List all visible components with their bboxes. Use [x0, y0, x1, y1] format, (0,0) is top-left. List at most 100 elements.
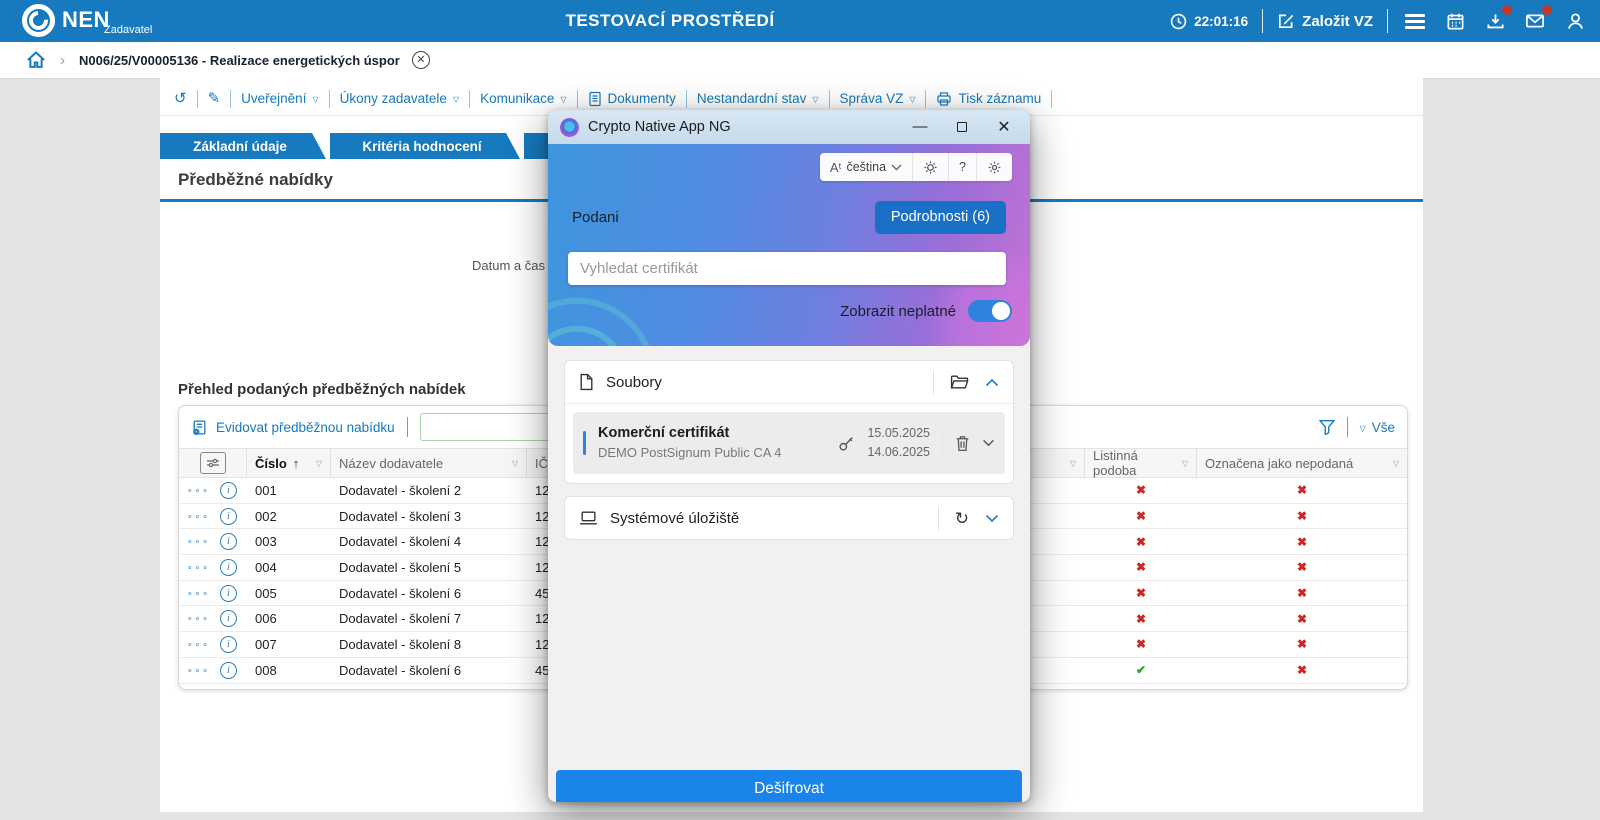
- cislo-cell: 003: [255, 534, 277, 550]
- print-record-button[interactable]: Tisk záznamu: [936, 91, 1041, 107]
- info-icon[interactable]: i: [219, 481, 237, 499]
- menu-button[interactable]: [1402, 8, 1428, 34]
- menu-uverejneni[interactable]: Uveřejnění ▽: [241, 91, 318, 106]
- show-invalid-toggle[interactable]: [968, 300, 1012, 322]
- calendar-button[interactable]: [1442, 8, 1468, 34]
- profile-button[interactable]: [1562, 8, 1588, 34]
- menu-komunikace[interactable]: Komunikace ▽: [480, 91, 566, 106]
- page-title: Předběžné nabídky: [178, 170, 333, 189]
- messages-button[interactable]: [1522, 5, 1552, 34]
- home-icon[interactable]: [26, 50, 46, 70]
- row-actions-cell: ∘∘∘ i: [179, 581, 247, 606]
- filter-icon[interactable]: ▽: [1070, 459, 1076, 468]
- info-icon[interactable]: i: [219, 610, 237, 628]
- help-button[interactable]: ?: [949, 153, 977, 181]
- cross-icon: ✖: [1296, 534, 1308, 549]
- menu-sprava-vz[interactable]: Správa VZ ▽: [840, 91, 916, 106]
- edit-button[interactable]: ✎: [208, 91, 221, 106]
- row-menu-icon[interactable]: ∘∘∘: [187, 639, 210, 650]
- close-tab-icon[interactable]: ✕: [411, 51, 430, 69]
- tab-zakladni-udaje[interactable]: Základní údaje: [160, 133, 326, 159]
- decrypt-button[interactable]: Dešifrovat: [556, 770, 1022, 802]
- certificate-search-input[interactable]: [568, 252, 1006, 285]
- expand-icon[interactable]: [982, 439, 995, 447]
- row-menu-icon[interactable]: ∘∘∘: [187, 485, 210, 496]
- column-header-cislo[interactable]: Číslo ↑ ▽: [247, 449, 331, 477]
- clock-icon: [1170, 13, 1187, 30]
- open-folder-icon[interactable]: [950, 374, 969, 390]
- nazev-cell: Dodavatel - školení 5: [339, 559, 462, 575]
- storage-header[interactable]: Systémové úložiště ↻: [565, 497, 1013, 539]
- filter-icon[interactable]: ▽: [316, 459, 322, 468]
- dialog-titlebar[interactable]: Crypto Native App NG — ✕: [548, 110, 1030, 144]
- chevron-down-icon: ▽: [560, 95, 567, 104]
- row-menu-icon[interactable]: ∘∘∘: [187, 562, 210, 573]
- dialog-title: Crypto Native App NG: [588, 119, 731, 135]
- menu-nestandardni-stav[interactable]: Nestandardní stav ▽: [697, 91, 819, 106]
- filter-all-button[interactable]: ▽ Vše: [1360, 420, 1395, 435]
- show-invalid-label: Zobrazit neplatné: [840, 302, 956, 320]
- download-icon: [1486, 12, 1505, 31]
- menu-dokumenty[interactable]: Dokumenty: [588, 91, 676, 107]
- menu-ukony-zadavatele[interactable]: Úkony zadavatele ▽: [340, 91, 459, 106]
- filter-funnel-icon[interactable]: [1318, 419, 1335, 435]
- cross-icon: ✖: [1135, 611, 1147, 626]
- listinna-cell: ✖: [1085, 504, 1197, 529]
- nazev-cell: Dodavatel - školení 7: [339, 611, 462, 627]
- row-menu-icon[interactable]: ∘∘∘: [187, 511, 210, 522]
- notification-badge: [1542, 5, 1552, 15]
- computer-icon: [579, 510, 598, 526]
- column-header-nazev[interactable]: Název dodavatele ▽: [331, 449, 527, 477]
- nen-logo-icon[interactable]: [22, 4, 55, 37]
- filter-icon[interactable]: ▽: [512, 459, 518, 468]
- row-actions-cell: ∘∘∘ i: [179, 529, 247, 554]
- details-button[interactable]: Podrobnosti (6): [874, 200, 1006, 234]
- downloads-button[interactable]: [1482, 5, 1512, 34]
- breadcrumb-item[interactable]: N006/25/V00005136 - Realizace energetick…: [79, 53, 400, 68]
- row-menu-icon[interactable]: ∘∘∘: [187, 665, 210, 676]
- listinna-cell: ✔: [1085, 658, 1197, 683]
- info-icon[interactable]: i: [219, 661, 237, 679]
- info-icon[interactable]: i: [219, 558, 237, 576]
- person-icon: [1566, 12, 1585, 31]
- table-title: Přehled podaných předběžných nabídek: [178, 381, 466, 398]
- column-header-nepodana[interactable]: Označena jako nepodaná ▽: [1197, 449, 1407, 477]
- tab-kriteria-hodnoceni[interactable]: Kritéria hodnocení: [330, 133, 520, 159]
- logo-text[interactable]: NEN: [62, 7, 110, 33]
- expand-icon[interactable]: [985, 514, 999, 523]
- filter-icon[interactable]: ▽: [1393, 459, 1399, 468]
- theme-button[interactable]: [913, 153, 950, 181]
- column-settings-button[interactable]: [179, 449, 247, 477]
- files-header[interactable]: Soubory: [565, 361, 1013, 403]
- column-header-listinna[interactable]: Listinná podoba ▽: [1085, 448, 1197, 478]
- maximize-button[interactable]: [954, 119, 970, 135]
- add-offer-button[interactable]: Evidovat předběžnou nabídku: [191, 419, 395, 436]
- collapse-icon[interactable]: [985, 378, 999, 387]
- info-icon[interactable]: i: [219, 635, 237, 653]
- close-button[interactable]: ✕: [996, 119, 1012, 136]
- clipboard-gear-icon: [191, 419, 208, 436]
- divider: [933, 370, 934, 394]
- settings-button[interactable]: [977, 153, 1012, 181]
- row-menu-icon[interactable]: ∘∘∘: [187, 588, 210, 599]
- valid-to-date: 14.06.2025: [867, 445, 930, 459]
- info-icon[interactable]: i: [219, 584, 237, 602]
- create-vz-button[interactable]: Založit VZ: [1277, 12, 1373, 30]
- nepodana-cell: ✖: [1197, 658, 1407, 683]
- cross-icon: ✖: [1296, 663, 1308, 678]
- pencil-icon: ✎: [207, 90, 221, 107]
- language-selector[interactable]: Aᵗ čeština: [820, 153, 914, 181]
- hamburger-icon: [1405, 13, 1425, 29]
- info-icon[interactable]: i: [219, 507, 237, 525]
- minimize-button[interactable]: —: [912, 119, 928, 135]
- row-menu-icon[interactable]: ∘∘∘: [187, 536, 210, 547]
- notification-badge: [1502, 5, 1512, 15]
- filter-icon[interactable]: ▽: [1182, 459, 1188, 468]
- refresh-button[interactable]: ↺: [174, 91, 187, 106]
- reload-icon[interactable]: ↻: [955, 510, 969, 527]
- trash-icon[interactable]: [955, 435, 970, 452]
- row-menu-icon[interactable]: ∘∘∘: [187, 613, 210, 624]
- info-icon[interactable]: i: [219, 533, 237, 551]
- divider: [406, 417, 408, 437]
- certificate-item[interactable]: Komerční certifikát DEMO PostSignum Publ…: [573, 412, 1005, 474]
